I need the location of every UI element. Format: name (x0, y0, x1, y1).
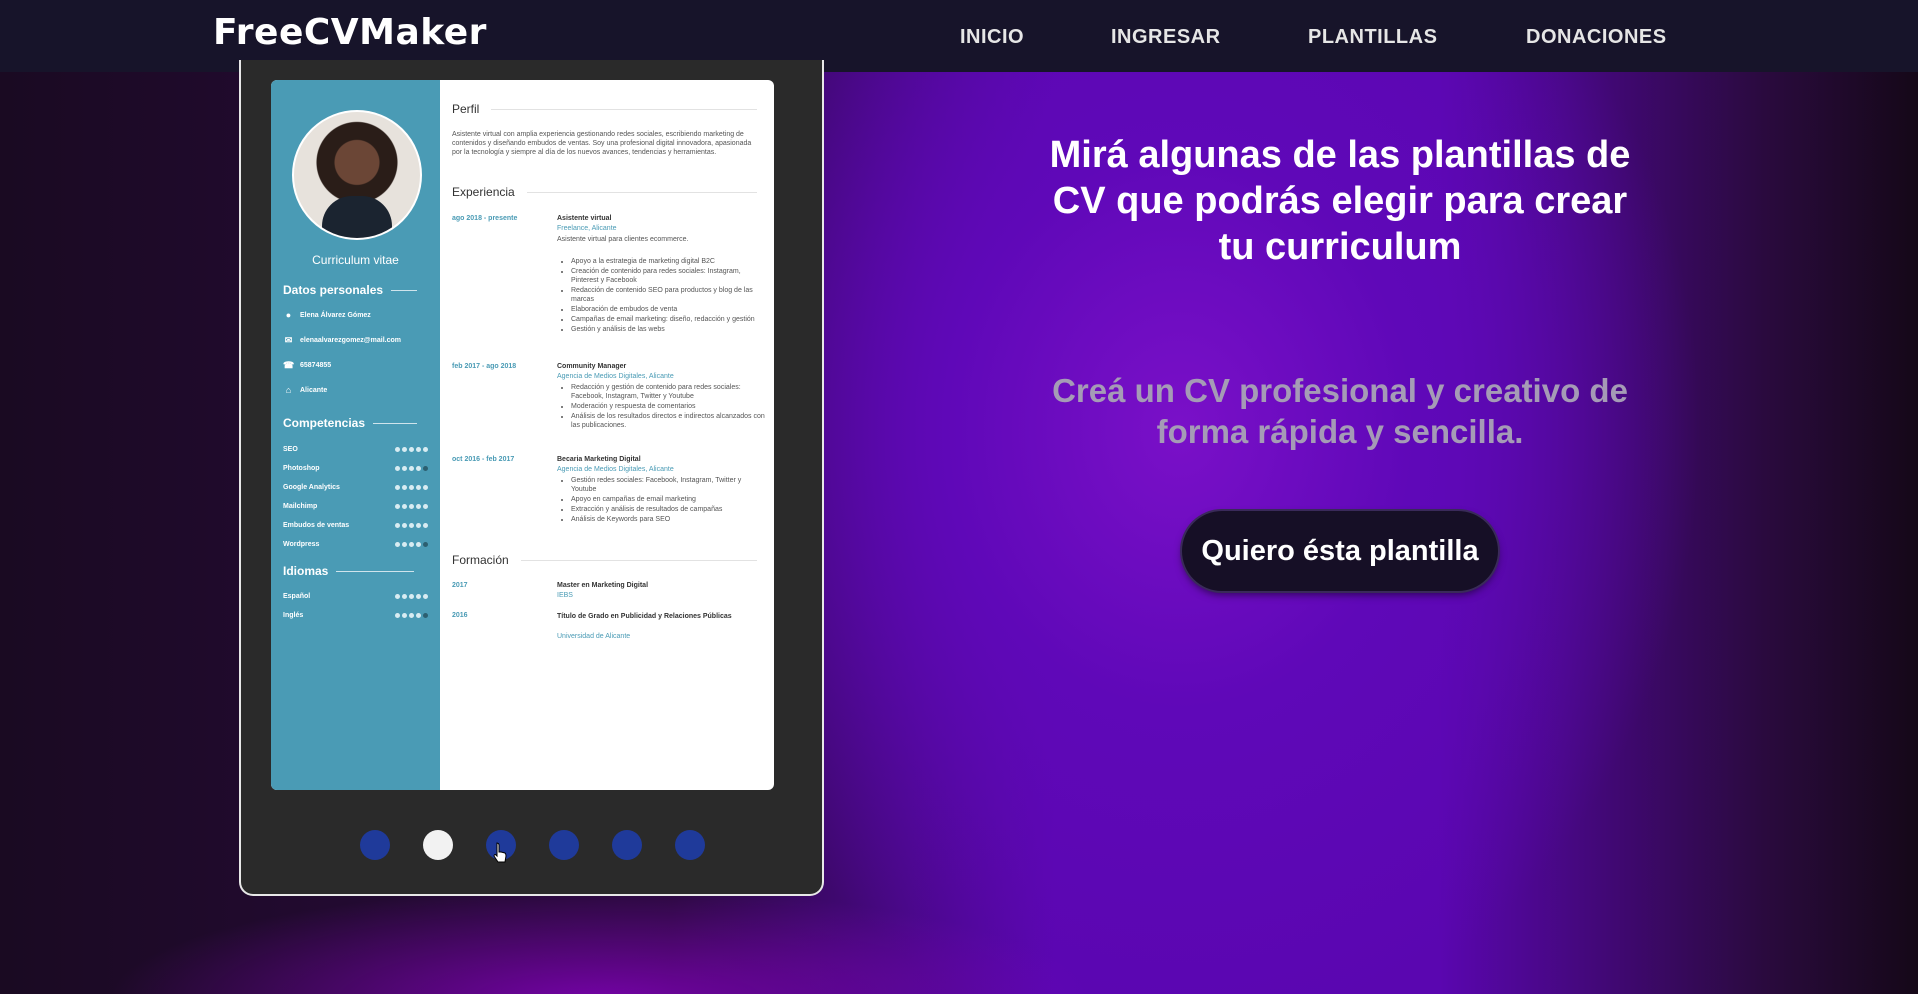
personal-city: ⌂ Alicante (283, 386, 327, 395)
job-bullets: Gestión redes sociales: Facebook, Instag… (557, 476, 766, 525)
carousel-dot-4[interactable] (549, 830, 579, 860)
personal-phone: ☎ 65874855 (283, 360, 332, 370)
cv-sidebar: Curriculum vitae Datos personales ● Elena… (271, 80, 440, 790)
profile-photo (292, 110, 422, 240)
skill-row: Embudos de ventas (283, 522, 428, 529)
job-company: Agencia de Medios Digitales, Alicante (557, 466, 674, 473)
user-icon: ● (285, 310, 292, 320)
job-company: Agencia de Medios Digitales, Alicante (557, 373, 674, 380)
skills-heading: Competencias (283, 416, 418, 430)
profile-text: Asistente virtual con amplia experiencia… (452, 131, 752, 156)
education-heading: Formación (452, 553, 757, 567)
edu-school: IEBS (557, 592, 573, 599)
job-date: oct 2016 - feb 2017 (452, 456, 515, 463)
personal-name: ● Elena Álvarez Gómez (283, 311, 371, 320)
carousel-dot-2[interactable] (423, 830, 453, 860)
job-bullets: Apoyo a la estrategia de marketing digit… (557, 257, 766, 335)
personal-email: ✉ elenaalvarezgomez@mail.com (284, 335, 401, 345)
job-company: Freelance, Alicante (557, 225, 617, 232)
hand-pointer-icon (493, 842, 507, 863)
nav-inicio[interactable]: INICIO (960, 26, 1024, 49)
carousel-dot-5[interactable] (612, 830, 642, 860)
edu-date: 2016 (452, 612, 468, 619)
edu-title: Título de Grado en Publicidad y Relacion… (557, 613, 732, 620)
home-icon: ⌂ (285, 385, 292, 395)
edu-school: Universidad de Alicante (557, 633, 631, 640)
cv-main-column: Perfil Asistente virtual con amplia expe… (452, 80, 765, 790)
languages-heading: Idiomas (283, 564, 415, 578)
job-title: Asistente virtual (557, 215, 612, 222)
carousel-dot-1[interactable] (360, 830, 390, 860)
skill-row: Wordpress (283, 541, 428, 548)
language-row: Inglés (283, 612, 428, 619)
phone-icon: ☎ (283, 360, 295, 370)
job-bullets: Redacción y gestión de contenido para re… (557, 383, 766, 431)
job-description: Asistente virtual para clientes ecommerc… (557, 236, 689, 243)
job-date: feb 2017 - ago 2018 (452, 363, 517, 370)
cv-side-title: Curriculum vitae (312, 253, 399, 267)
skill-row: Photoshop (283, 465, 428, 472)
language-row: Español (283, 593, 428, 600)
skill-row: Mailchimp (283, 503, 428, 510)
carousel-dot-6[interactable] (675, 830, 705, 860)
nav-donaciones[interactable]: DONACIONES (1526, 26, 1667, 49)
edu-date: 2017 (452, 582, 468, 589)
personal-heading: Datos personales (283, 283, 418, 297)
hero-headline: Mirá algunas de las plantillas de CV que… (1049, 134, 1631, 268)
job-title: Community Manager (557, 363, 627, 370)
hero-subtitle: Creá un CV profesional y creativo de for… (1052, 372, 1628, 450)
experience-heading: Experiencia (452, 185, 757, 199)
choose-template-button[interactable]: Quiero ésta plantilla (1182, 511, 1498, 591)
skill-row: SEO (283, 446, 428, 453)
cv-template-preview[interactable]: Curriculum vitae Datos personales ● Elena… (271, 80, 774, 790)
nav-plantillas[interactable]: PLANTILLAS (1308, 26, 1437, 49)
skill-row: Google Analytics (283, 484, 428, 491)
edu-title: Master en Marketing Digital (557, 582, 649, 589)
job-title: Becaria Marketing Digital (557, 456, 641, 463)
job-date: ago 2018 - presente (452, 215, 518, 222)
site-logo[interactable]: FreeCVMaker (213, 12, 487, 53)
mail-icon: ✉ (284, 335, 293, 345)
profile-heading: Perfil (452, 102, 757, 116)
nav-ingresar[interactable]: INGRESAR (1111, 26, 1221, 49)
